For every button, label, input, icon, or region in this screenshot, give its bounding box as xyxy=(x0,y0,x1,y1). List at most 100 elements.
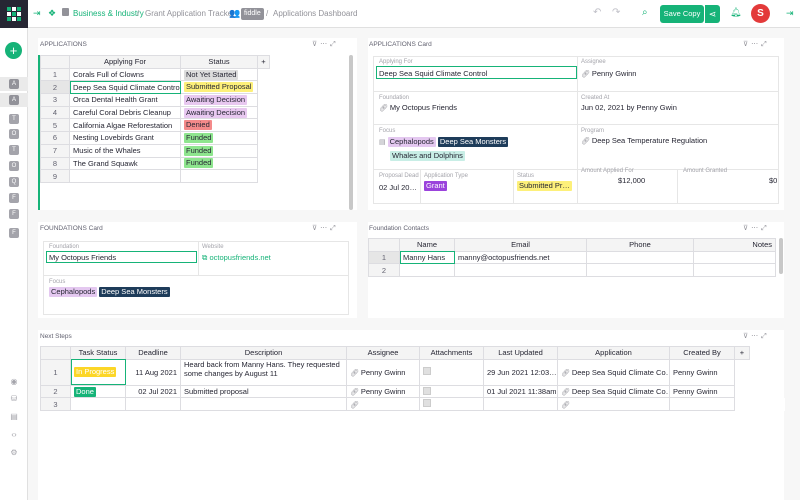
row-number[interactable]: 1 xyxy=(368,250,400,265)
table-row[interactable]: 9 xyxy=(40,169,308,183)
cell-applying-for[interactable]: Nesting Lovebirds Grant xyxy=(69,131,181,145)
column-header-created-by[interactable]: Created By xyxy=(669,346,735,360)
expand-icon[interactable]: ⤢ xyxy=(761,333,770,340)
doc-name[interactable]: Grant Application Tracker xyxy=(145,9,235,18)
expand-icon[interactable]: ⤢ xyxy=(761,41,770,48)
cell-name[interactable]: Manny Hans xyxy=(399,250,455,265)
column-header-email[interactable]: Email xyxy=(454,238,587,252)
workspace-icon[interactable]: ❖ xyxy=(48,8,56,19)
row-number[interactable]: 1 xyxy=(40,358,71,386)
program-field[interactable]: 🔗︎ Deep Sea Temperature Regulation xyxy=(581,136,707,145)
sort-filter-icon[interactable]: ⊽ xyxy=(312,41,320,48)
row-number[interactable]: 5 xyxy=(40,118,70,133)
rail-page-icon[interactable]: F xyxy=(9,209,19,219)
undo-icon[interactable]: ↶ xyxy=(593,7,601,18)
more-icon[interactable]: ⋯ xyxy=(320,41,330,48)
search-icon[interactable]: ⌕ xyxy=(642,7,648,18)
settings-icon[interactable]: ⚙ xyxy=(9,448,19,458)
sort-filter-icon[interactable]: ⊽ xyxy=(743,333,751,340)
save-copy-button[interactable]: Save Copy xyxy=(660,5,704,23)
row-number[interactable]: 2 xyxy=(40,384,71,399)
applications-table[interactable]: Applying For Status + 1 Corals Full of Cl… xyxy=(40,55,308,183)
column-header-name[interactable]: Name xyxy=(399,238,455,252)
column-header-last-updated[interactable]: Last Updated xyxy=(483,346,558,360)
table-row[interactable]: 6 Nesting Lovebirds Grant Funded xyxy=(40,131,308,145)
table-row[interactable]: 1 In Progress 11 Aug 2021 Heard back from M… xyxy=(40,358,785,386)
column-header-deadline[interactable]: Deadline xyxy=(125,346,181,360)
table-row[interactable]: 3 Orca Dental Health Grant Awaiting Decisi… xyxy=(40,93,308,107)
table-row[interactable]: 5 California Algae Reforestation Denied xyxy=(40,118,308,133)
column-header-attachments[interactable]: Attachments xyxy=(419,346,484,360)
column-header-assignee[interactable]: Assignee xyxy=(346,346,420,360)
vertical-scrollbar[interactable] xyxy=(779,238,783,274)
cell-task-status[interactable]: Done xyxy=(70,384,126,399)
cell-status[interactable]: Funded xyxy=(180,143,258,158)
rail-page-icon[interactable]: O xyxy=(9,161,19,171)
rail-page-icon[interactable]: F xyxy=(9,193,19,203)
table-row[interactable]: 3 🔗︎ 🔗︎ xyxy=(40,397,785,412)
column-header-applying-for[interactable]: Applying For xyxy=(69,55,181,69)
table-row[interactable]: 2 xyxy=(368,263,776,278)
row-number[interactable]: 8 xyxy=(40,156,70,171)
more-icon[interactable]: ⋯ xyxy=(751,41,761,48)
cell-status[interactable] xyxy=(180,169,258,183)
rail-page-icon[interactable]: T xyxy=(9,114,19,124)
row-number[interactable]: 1 xyxy=(40,67,70,82)
cell-deadline[interactable]: 11 Aug 2021 xyxy=(125,358,181,386)
cell-attachments[interactable] xyxy=(419,384,484,399)
column-header-description[interactable]: Description xyxy=(180,346,347,360)
rail-page-icon[interactable]: Q xyxy=(9,177,19,187)
cell-applying-for[interactable]: Orca Dental Health Grant xyxy=(69,93,181,107)
cell-application[interactable]: 🔗︎ Deep Sea Squid Climate Co… xyxy=(557,384,670,399)
add-new-button[interactable]: + xyxy=(5,42,22,59)
eye-icon[interactable]: ◉ xyxy=(9,377,19,387)
row-number[interactable]: 3 xyxy=(40,397,71,412)
row-number[interactable]: 9 xyxy=(40,169,70,183)
cell-description[interactable]: Submitted proposal xyxy=(180,384,347,399)
app-logo[interactable] xyxy=(0,0,28,28)
cell-name[interactable] xyxy=(399,263,455,278)
rail-page-icon[interactable]: F xyxy=(9,228,19,238)
row-number[interactable]: 3 xyxy=(40,93,70,107)
vertical-scrollbar[interactable] xyxy=(349,55,353,210)
cell-applying-for[interactable] xyxy=(69,169,181,183)
cell-created-by[interactable] xyxy=(669,397,735,412)
row-number-header[interactable] xyxy=(368,238,400,252)
table-row[interactable]: 8 The Grand Squawk Funded xyxy=(40,156,308,171)
assignee-field[interactable]: 🔗︎ Penny Gwinn xyxy=(581,69,636,78)
cell-attachments[interactable] xyxy=(419,358,484,386)
cell-created-by[interactable]: Penny Gwinn xyxy=(669,384,735,399)
table-row[interactable]: 1 Manny Hans manny@octopusfriends.net xyxy=(368,250,776,265)
more-icon[interactable]: ⋯ xyxy=(320,225,330,232)
redo-icon[interactable]: ↷ xyxy=(612,7,620,18)
cell-task-status[interactable] xyxy=(70,397,126,412)
table-row[interactable]: 2 Done 02 Jul 2021 Submitted proposal 🔗︎ Pen… xyxy=(40,384,785,399)
amount-granted-value[interactable]: $0 xyxy=(769,176,777,185)
row-number[interactable]: 2 xyxy=(40,80,70,95)
cell-status[interactable]: Denied xyxy=(180,118,258,133)
row-number[interactable]: 6 xyxy=(40,131,70,145)
table-row[interactable]: 4 Careful Coral Debris Cleanup Awaiting De… xyxy=(40,105,308,120)
cell-email[interactable]: manny@octopusfriends.net xyxy=(454,250,587,265)
table-row[interactable]: 2 Deep Sea Squid Climate Control Submitted… xyxy=(40,80,308,95)
cell-attachments[interactable] xyxy=(419,397,484,412)
cell-status[interactable]: Funded xyxy=(180,156,258,171)
cell-notes[interactable] xyxy=(693,263,776,278)
column-header-notes[interactable]: Notes xyxy=(693,238,776,252)
column-header-phone[interactable]: Phone xyxy=(586,238,694,252)
application-type-value[interactable]: Grant xyxy=(424,181,447,191)
expand-icon[interactable]: ⤢ xyxy=(330,225,339,232)
row-number[interactable]: 4 xyxy=(40,105,70,120)
cell-applying-for[interactable]: California Algae Reforestation xyxy=(69,118,181,133)
row-number[interactable]: 2 xyxy=(368,263,400,278)
cell-assignee[interactable]: 🔗︎ Penny Gwinn xyxy=(346,384,420,399)
table-row[interactable]: 7 Music of the Whales Funded xyxy=(40,143,308,158)
expand-icon[interactable]: ⤢ xyxy=(761,225,770,232)
notifications-icon[interactable]: 🔔︎ xyxy=(730,7,741,18)
add-column-button[interactable]: + xyxy=(257,55,270,69)
cell-application[interactable]: 🔗︎ xyxy=(557,397,670,412)
cell-email[interactable] xyxy=(454,263,587,278)
contacts-table[interactable]: Name Email Phone Notes 1 Manny Hans manny@… xyxy=(368,238,776,278)
focus-field[interactable]: ▤ Cephalopods Deep Sea Monsters Whales a… xyxy=(379,135,509,162)
foundation-field[interactable]: 🔗︎ My Octopus Friends xyxy=(379,103,457,112)
